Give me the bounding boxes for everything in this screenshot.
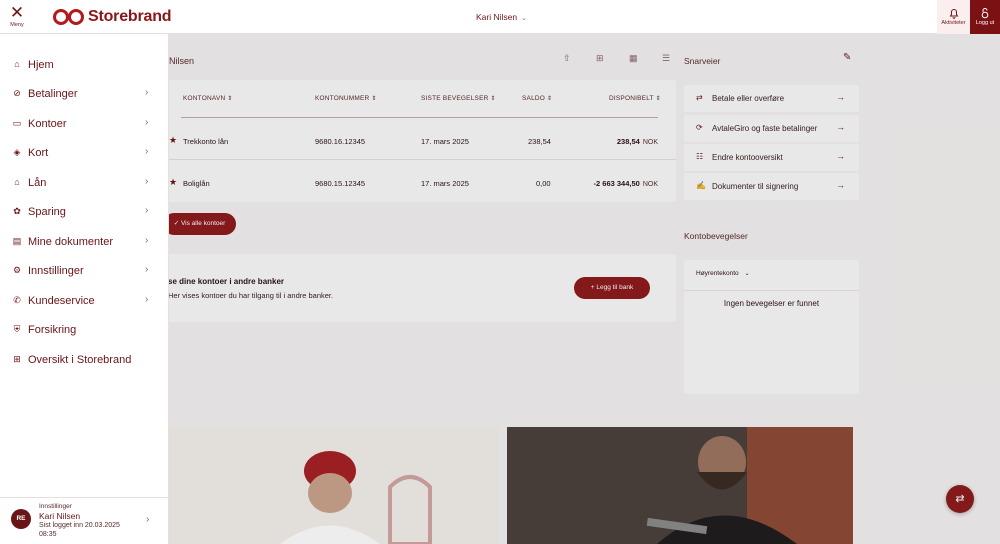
chevron-right-icon: › (146, 514, 150, 525)
user-name: Kari Nilsen (476, 12, 518, 22)
menu-item-kontoer[interactable]: ▭ Kontoer › (0, 110, 169, 139)
chevron-right-icon: › (145, 235, 149, 246)
menu-item-kort[interactable]: ◈ Kort › (0, 139, 169, 168)
chevron-right-icon: › (145, 146, 149, 157)
insurance-icon: ⛨ (13, 324, 21, 334)
close-icon: ✕ (9, 3, 25, 22)
footer-user-name: Kari Nilsen (39, 511, 81, 521)
storebrand-logo-icon (53, 9, 84, 25)
menu-item-betalinger[interactable]: ⊘ Betalinger › (0, 80, 169, 109)
chevron-right-icon: › (145, 117, 149, 128)
footer-settings-label: Innstillinger (39, 503, 72, 510)
logo-text: Storebrand (88, 8, 172, 25)
storebrand-logo[interactable]: Storebrand (52, 8, 172, 26)
menu-item-oversikt[interactable]: ⊞ Oversikt i Storebrand (0, 346, 169, 375)
logout-label: Logg ut (975, 20, 995, 26)
user-selector[interactable]: Kari Nilsen ⌄ (476, 12, 527, 22)
savings-icon: ✿ (13, 206, 21, 216)
logout-button[interactable]: Logg ut (970, 0, 1000, 34)
loan-icon: ⌂ (14, 177, 20, 187)
bell-icon (949, 9, 958, 19)
lock-icon (981, 8, 989, 19)
grid-icon: ⊞ (13, 354, 21, 364)
payment-icon: ⊘ (13, 88, 21, 98)
menu-label: Meny (10, 22, 24, 28)
documents-icon: ▤ (12, 236, 22, 246)
avatar: RE (11, 509, 31, 529)
chevron-right-icon: › (145, 87, 149, 98)
home-icon: ⌂ (14, 59, 20, 69)
top-header: ✕ Meny Storebrand Kari Nilsen ⌄ Aktivitet… (0, 0, 1000, 34)
menu-item-forsikring[interactable]: ⛨ Forsikring (0, 316, 169, 345)
menu-close-button[interactable]: ✕ Meny (4, 3, 30, 28)
last-login-text: Sist logget inn 20.03.2025 08:35 (39, 522, 120, 538)
side-menu: ⌂ Hjem ⊘ Betalinger › ▭ Kontoer › ◈ Kort… (0, 34, 169, 544)
menu-item-mine-dokumenter[interactable]: ▤ Mine dokumenter › (0, 228, 169, 257)
activity-label: Aktiviteter (941, 20, 966, 26)
menu-item-hjem[interactable]: ⌂ Hjem (0, 51, 169, 80)
chevron-right-icon: › (145, 294, 149, 305)
menu-item-kundeservice[interactable]: ✆ Kundeservice › (0, 287, 169, 316)
menu-backdrop[interactable] (169, 34, 1000, 544)
activity-button[interactable]: Aktiviteter (937, 0, 970, 34)
chevron-right-icon: › (145, 264, 149, 275)
menu-item-sparing[interactable]: ✿ Sparing › (0, 198, 169, 227)
menu-item-innstillinger[interactable]: ⚙ Innstillinger › (0, 257, 169, 286)
user-settings-footer[interactable]: RE Innstillinger Kari Nilsen Sist logget… (0, 497, 169, 544)
chevron-right-icon: › (145, 205, 149, 216)
menu-item-lan[interactable]: ⌂ Lån › (0, 169, 169, 198)
card-icon: ◈ (13, 147, 21, 157)
settings-icon: ⚙ (12, 265, 22, 275)
chevron-right-icon: › (145, 176, 149, 187)
chevron-down-icon: ⌄ (521, 15, 527, 22)
wallet-icon: ▭ (12, 118, 22, 128)
phone-icon: ✆ (13, 295, 21, 305)
